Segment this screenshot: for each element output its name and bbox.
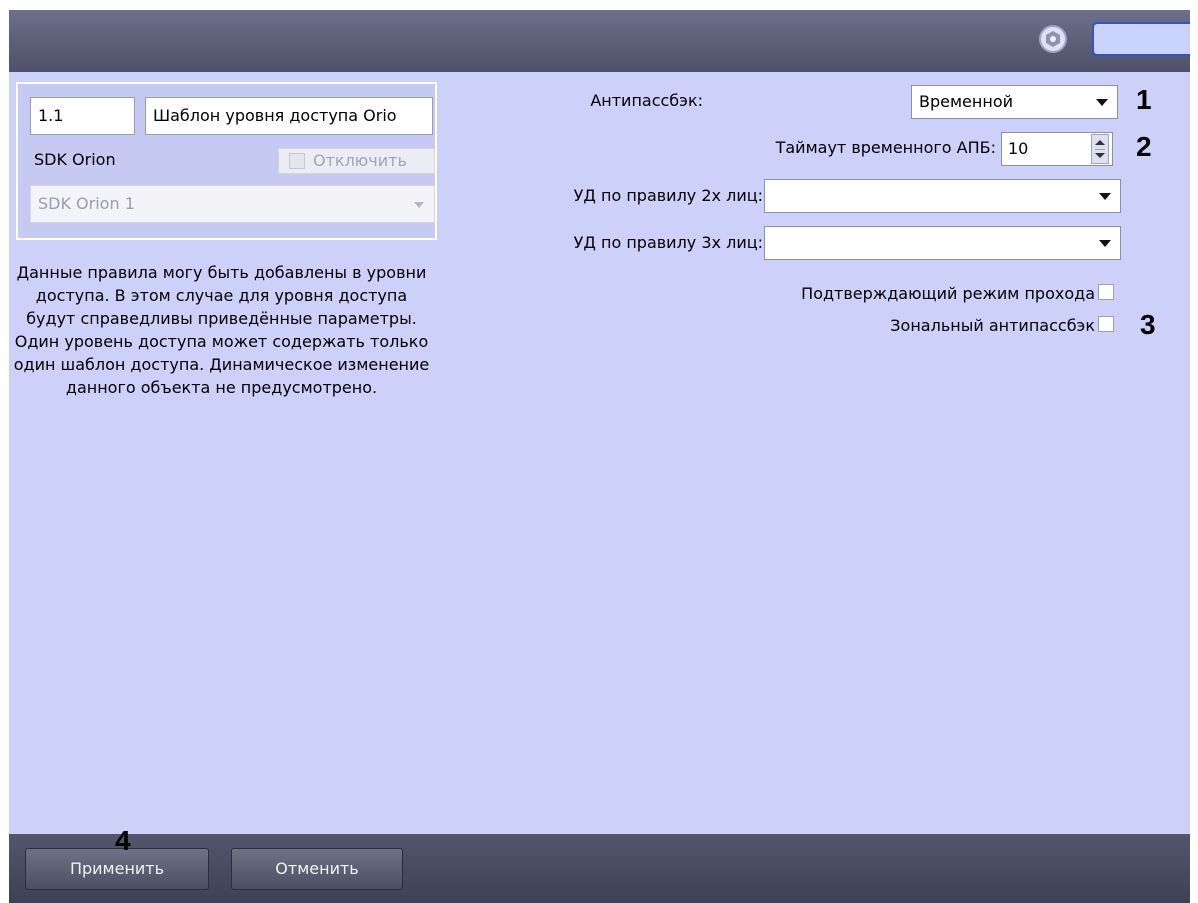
chevron-down-icon (1099, 193, 1111, 200)
marker-4: 4 (115, 825, 131, 856)
three-person-select[interactable] (764, 226, 1121, 260)
top-toolbar (9, 10, 1190, 72)
two-person-select[interactable] (764, 179, 1121, 213)
confirm-mode-checkbox[interactable] (1098, 284, 1114, 300)
object-name-field[interactable]: Шаблон уровня доступа Orio (145, 97, 433, 135)
two-person-label: УД по правилу 2х лиц: (573, 186, 763, 205)
description-text: Данные правила могу быть добавлены в уро… (13, 263, 430, 397)
chevron-down-icon (414, 202, 424, 208)
object-panel: 1.1 Шаблон уровня доступа Orio SDK Orion… (16, 82, 437, 240)
antipassback-value: Временной (919, 92, 1013, 111)
parent-select[interactable]: SDK Orion 1 (30, 185, 435, 223)
parent-label: SDK Orion (34, 150, 116, 169)
settings-window: 1.1 Шаблон уровня доступа Orio SDK Orion… (9, 10, 1190, 903)
spin-up-icon[interactable] (1095, 140, 1105, 145)
three-person-label: УД по правилу 3х лиц: (573, 233, 763, 252)
top-search-field[interactable] (1092, 22, 1190, 56)
cancel-button[interactable]: Отменить (231, 848, 403, 890)
timeout-spin-buttons[interactable] (1091, 134, 1109, 164)
timeout-label: Таймаут временного АПБ: (775, 138, 996, 157)
timeout-value: 10 (1008, 139, 1029, 158)
parent-select-value: SDK Orion 1 (38, 194, 135, 213)
marker-3: 3 (1140, 309, 1156, 340)
settings-gear-icon[interactable] (1038, 24, 1068, 54)
chevron-down-icon (1096, 99, 1108, 106)
disable-checkbox-group: Отключить (278, 148, 435, 174)
chevron-down-icon (1099, 240, 1111, 247)
marker-2: 2 (1136, 131, 1152, 162)
antipassback-label: Антипассбэк: (590, 91, 703, 110)
disable-label: Отключить (313, 151, 407, 170)
confirm-mode-label: Подтверждающий режим прохода (801, 284, 1095, 303)
object-id-field[interactable]: 1.1 (30, 97, 135, 135)
marker-1: 1 (1136, 84, 1152, 115)
zonal-apb-label: Зональный антипассбэк (890, 316, 1095, 335)
spin-down-icon[interactable] (1095, 153, 1105, 158)
antipassback-select[interactable]: Временной (911, 85, 1118, 119)
disable-checkbox[interactable] (289, 153, 305, 169)
spin-divider (1095, 149, 1105, 150)
bottom-button-bar: Применить Отменить (9, 834, 1190, 903)
zonal-apb-checkbox[interactable] (1098, 316, 1114, 332)
